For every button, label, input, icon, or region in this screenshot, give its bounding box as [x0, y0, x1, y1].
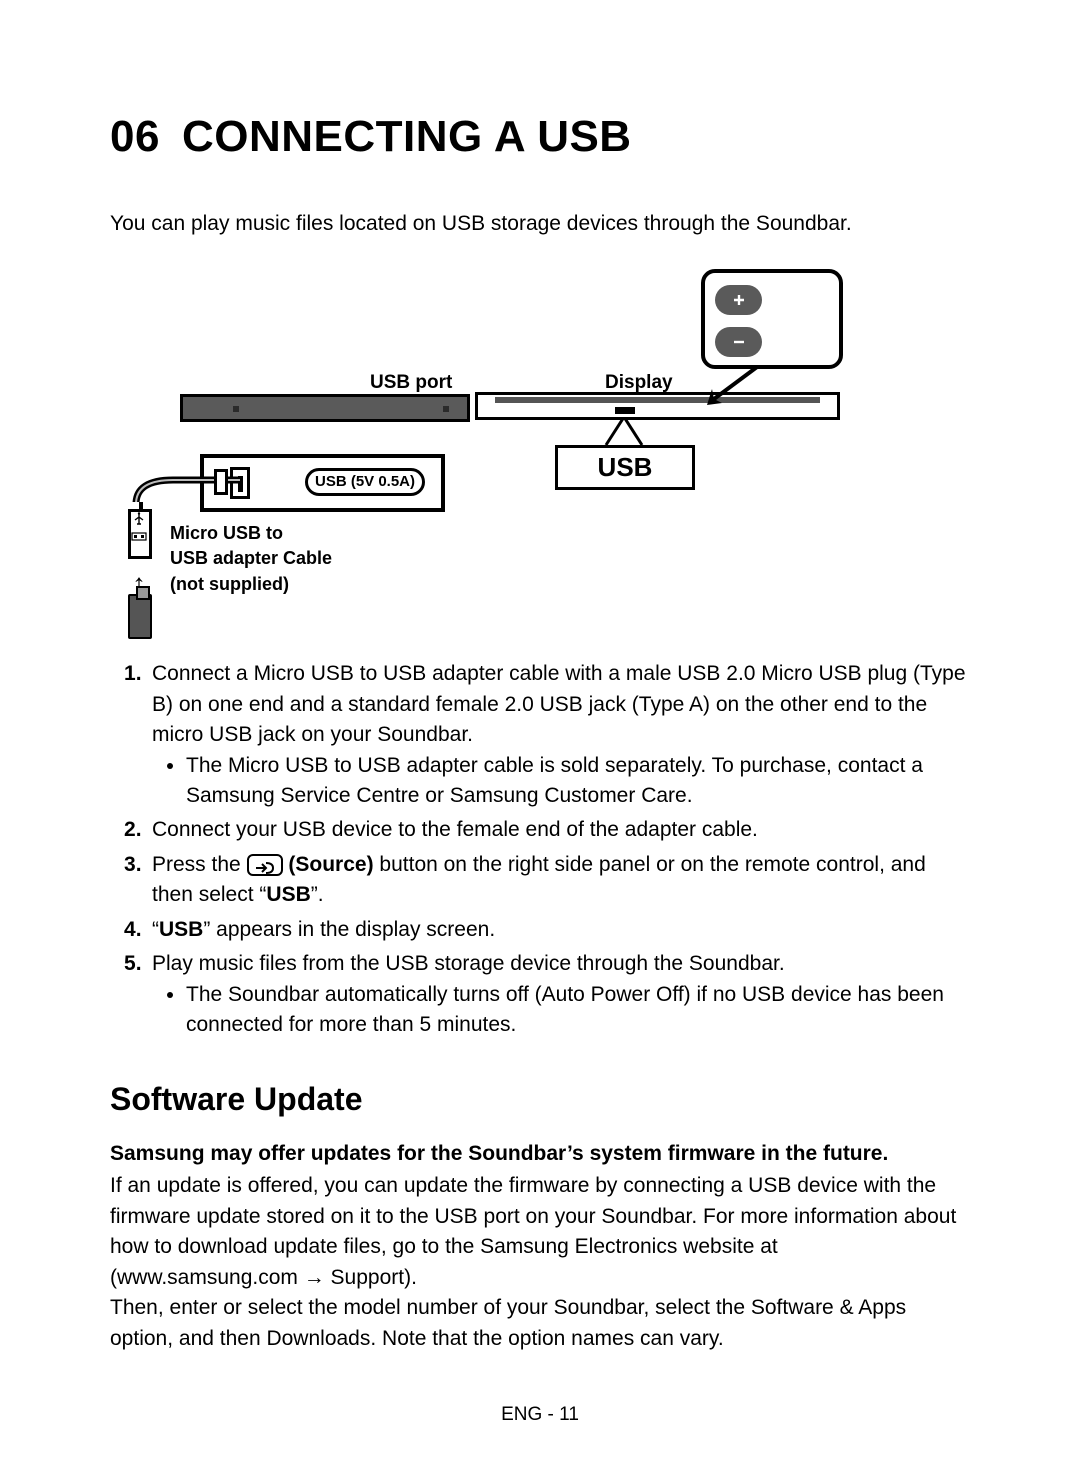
display-callout: USB	[555, 445, 695, 490]
software-update-p2: Then, enter or select the model number o…	[110, 1293, 970, 1354]
software-update-body: If an update is offered, you can update …	[110, 1171, 970, 1354]
connection-diagram: USB port USB (5V 0.5A) ↑ Micro USB to US…	[110, 269, 970, 639]
soundbar-grille-icon	[495, 397, 820, 403]
micro-usb-plug-icon	[214, 469, 228, 495]
adapter-label-line3: (not supplied)	[170, 572, 332, 597]
step-1: Connect a Micro USB to USB adapter cable…	[124, 659, 970, 811]
pointer-arrow-icon	[702, 361, 762, 406]
usb-port-label: USB port	[370, 369, 452, 397]
side-control-panel	[701, 269, 843, 369]
power-button-icon	[809, 333, 823, 347]
usb-spec-label: USB (5V 0.5A)	[305, 468, 425, 496]
step-5-text: Play music files from the USB storage de…	[152, 952, 785, 975]
adapter-cable-label: Micro USB to USB adapter Cable (not supp…	[170, 521, 332, 597]
volume-up-button-icon	[715, 285, 762, 315]
instruction-list: Connect a Micro USB to USB adapter cable…	[124, 659, 970, 1040]
callout-lines-icon	[604, 417, 644, 447]
step-3-pre: Press the	[152, 853, 247, 876]
step-2: Connect your USB device to the female en…	[124, 815, 970, 845]
chapter-title-text: CONNECTING A USB	[182, 105, 632, 169]
adapter-label-line2: USB adapter Cable	[170, 546, 332, 571]
step-4: “USB” appears in the display screen.	[124, 915, 970, 945]
intro-paragraph: You can play music files located on USB …	[110, 209, 970, 239]
step-3-usb: USB	[266, 883, 310, 906]
step-4-pre: “	[152, 918, 159, 941]
step-1-text: Connect a Micro USB to USB adapter cable…	[152, 662, 966, 746]
usb-flash-drive-icon	[128, 594, 152, 639]
source-icon	[247, 854, 283, 876]
step-3-end: ”.	[311, 883, 324, 906]
step-4-usb: USB	[159, 918, 203, 941]
usb-symbol-icon	[132, 512, 146, 532]
step-1-note: The Micro USB to USB adapter cable is so…	[186, 751, 970, 812]
soundbar-display-icon	[615, 407, 635, 414]
software-update-heading: Software Update	[110, 1076, 970, 1122]
step-5-note: The Soundbar automatically turns off (Au…	[186, 980, 970, 1041]
chapter-heading: 06 CONNECTING A USB	[110, 105, 970, 169]
step-5: Play music files from the USB storage de…	[124, 949, 970, 1040]
step-3-source-label: (Source)	[288, 853, 373, 876]
step-4-post: ” appears in the display screen.	[203, 918, 495, 941]
adapter-label-line1: Micro USB to	[170, 521, 332, 546]
soundbar-underside-panel	[180, 394, 470, 422]
software-update-p1: If an update is offered, you can update …	[110, 1171, 970, 1293]
step-3: Press the (Source) button on the right s…	[124, 850, 970, 911]
usb-port-face-icon	[131, 532, 147, 546]
source-button-icon	[805, 291, 819, 305]
software-update-lead: Samsung may offer updates for the Soundb…	[110, 1139, 970, 1169]
page-footer: ENG - 11	[0, 1401, 1080, 1429]
volume-down-button-icon	[715, 327, 762, 357]
chapter-number: 06	[110, 105, 160, 169]
